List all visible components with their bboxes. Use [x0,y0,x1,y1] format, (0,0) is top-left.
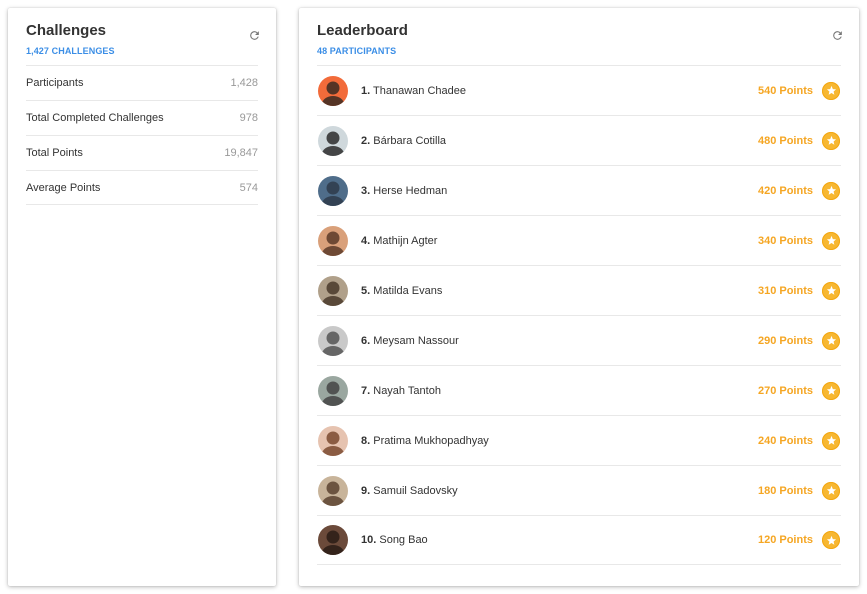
participant-full-name: Song Bao [379,534,428,546]
participant-full-name: Matilda Evans [373,284,443,297]
challenges-refresh-button[interactable] [246,27,262,43]
leaderboard-row[interactable]: 1. Thanawan Chadee 540 Points [317,65,841,115]
leaderboard-row[interactable]: 2. Bárbara Cotilla 480 Points [317,115,841,165]
participant-name: 9. Samuil Sadovsky [361,485,758,497]
participant-points: 180 Points [757,484,813,497]
participant-points: 240 Points [757,434,813,447]
stat-row-total-points: Total Points 19,847 [26,135,258,170]
participant-name: 3. Herse Hedman [361,185,758,197]
stat-value: 19,847 [224,147,258,159]
refresh-icon [249,30,259,40]
participant-rank: 4. [361,234,371,247]
avatar [318,325,348,356]
avatar [318,125,348,156]
stat-value: 1,428 [230,77,258,89]
star-icon [822,231,840,250]
leaderboard-count: 48 PARTICIPANTS [317,46,397,56]
stat-label: Total Points [26,147,83,159]
leaderboard-row[interactable]: 6. Meysam Nassour 290 Points [317,315,841,365]
avatar [318,525,348,555]
avatar [318,425,348,456]
avatar [318,375,348,406]
stat-label: Total Completed Challenges [26,112,164,124]
leaderboard-header: Leaderboard 48 PARTICIPANTS [299,8,859,65]
participant-rank: 5. [361,284,371,297]
participant-rank: 6. [361,334,371,347]
leaderboard-row[interactable]: 10. Song Bao 120 Points [317,515,841,565]
participant-name: 2. Bárbara Cotilla [361,135,758,147]
leaderboard-refresh-button[interactable] [829,27,845,43]
star-icon [822,81,840,100]
challenges-title: Challenges [26,22,107,39]
challenges-stats-list: Participants 1,428 Total Completed Chall… [26,65,258,205]
leaderboard-row[interactable]: 7. Nayah Tantoh 270 Points [317,365,841,415]
star-icon [822,381,840,400]
leaderboard-title: Leaderboard [317,22,408,39]
leaderboard-list: 1. Thanawan Chadee 540 Points 2. Bárbara C… [317,65,841,565]
star-icon [822,281,840,300]
participant-full-name: Pratima Mukhopadhyay [373,434,489,447]
avatar [318,475,348,506]
participant-points: 340 Points [757,234,813,247]
participant-points: 310 Points [757,284,813,297]
challenges-card: Challenges 1,427 CHALLENGES Participants… [8,8,276,586]
stat-value: 574 [239,181,258,194]
refresh-icon [832,30,842,40]
stat-label: Average Points [26,181,101,194]
participant-name: 8. Pratima Mukhopadhyay [361,435,758,447]
participant-points: 480 Points [757,134,813,147]
star-icon [822,431,840,450]
challenges-header: Challenges 1,427 CHALLENGES [8,8,276,65]
participant-name: 10. Song Bao [361,534,758,546]
participant-points: 290 Points [757,334,813,347]
avatar [318,225,348,256]
participant-name: 5. Matilda Evans [361,285,758,297]
leaderboard-row[interactable]: 3. Herse Hedman 420 Points [317,165,841,215]
participant-full-name: Mathijn Agter [373,234,438,247]
avatar [318,275,348,306]
participant-points: 420 Points [757,184,813,197]
participant-full-name: Bárbara Cotilla [373,134,447,147]
participant-rank: 7. [361,384,371,397]
star-icon [822,131,840,150]
challenges-count: 1,427 CHALLENGES [26,46,115,56]
star-icon [822,181,840,200]
leaderboard-row[interactable]: 5. Matilda Evans 310 Points [317,265,841,315]
avatar [318,175,348,206]
stat-row-participants: Participants 1,428 [26,65,258,100]
stat-label: Participants [26,77,84,89]
participant-full-name: Samuil Sadovsky [373,484,458,497]
participant-rank: 9. [361,484,371,497]
leaderboard-row[interactable]: 8. Pratima Mukhopadhyay 240 Points [317,415,841,465]
participant-name: 6. Meysam Nassour [361,335,758,347]
participant-rank: 1. [361,84,371,97]
participant-full-name: Herse Hedman [373,184,448,197]
avatar [318,75,348,106]
leaderboard-row[interactable]: 4. Mathijn Agter 340 Points [317,215,841,265]
participant-rank: 10. [361,534,377,546]
participant-rank: 3. [361,184,371,197]
participant-points: 270 Points [757,384,813,397]
stat-row-average-points: Average Points 574 [26,170,258,205]
star-icon [822,531,840,549]
participant-full-name: Meysam Nassour [373,334,459,347]
stat-value: 978 [239,112,258,124]
participant-rank: 8. [361,434,371,447]
participant-full-name: Nayah Tantoh [373,384,441,397]
star-icon [822,481,840,500]
leaderboard-row[interactable]: 9. Samuil Sadovsky 180 Points [317,465,841,515]
leaderboard-card: Leaderboard 48 PARTICIPANTS 1. Thanawan … [299,8,859,586]
participant-name: 4. Mathijn Agter [361,235,758,247]
participant-points: 540 Points [757,84,813,97]
participant-points: 120 Points [757,534,813,546]
participant-rank: 2. [361,134,371,147]
participant-full-name: Thanawan Chadee [373,84,467,97]
participant-name: 7. Nayah Tantoh [361,385,758,397]
participant-name: 1. Thanawan Chadee [361,85,758,97]
star-icon [822,331,840,350]
stat-row-total-completed: Total Completed Challenges 978 [26,100,258,135]
